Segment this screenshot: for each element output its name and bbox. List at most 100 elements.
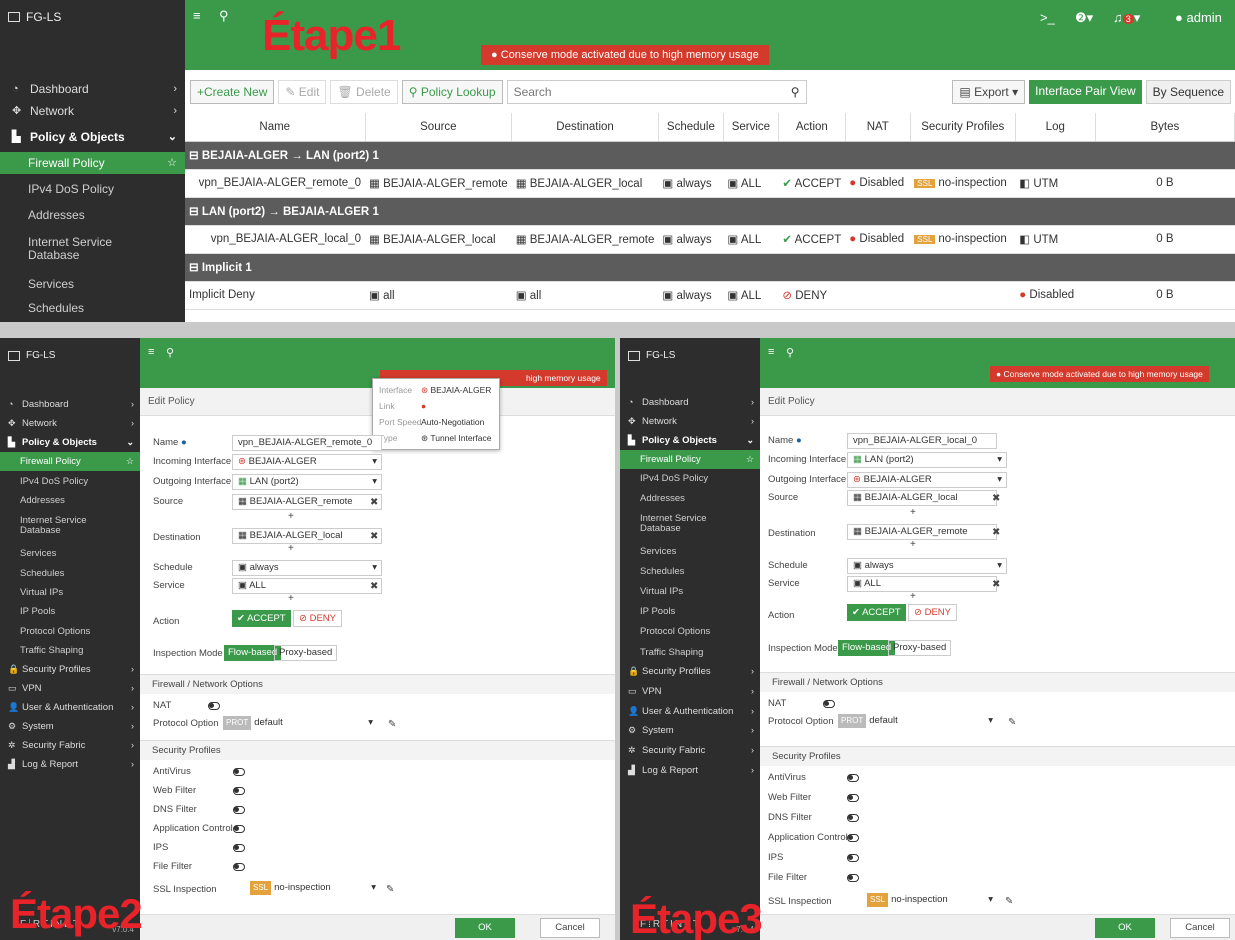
sidebar-item-addresses[interactable]: Addresses — [0, 204, 185, 226]
user-menu[interactable]: ● admin — [1175, 10, 1222, 25]
policy-lookup-button[interactable]: ⚲ Policy Lookup — [401, 80, 503, 104]
incoming-interface-select[interactable]: ⊛ BEJAIA-ALGER ▾ — [232, 454, 382, 470]
web-filter-toggle[interactable] — [233, 787, 245, 795]
deny-button[interactable]: ⊘ DENY — [293, 610, 343, 627]
device-name[interactable]: FG-LS — [8, 10, 61, 24]
by-sequence-toggle[interactable]: By Sequence — [1145, 80, 1231, 104]
dns-filter-toggle[interactable] — [233, 806, 245, 814]
create-new-button[interactable]: +Create New — [190, 80, 275, 104]
sidebar-item-policy-objects[interactable]: ▙ Policy & Objects ⌄ — [620, 431, 760, 450]
search-input[interactable]: Search ⚲ — [506, 80, 807, 104]
flow-based-toggle[interactable]: Flow-based — [224, 645, 282, 661]
edit-pencil-icon[interactable]: ✎ — [1005, 896, 1013, 907]
star-icon[interactable]: ☆ — [746, 450, 754, 469]
collapse-icon[interactable]: ⊟ — [189, 206, 199, 218]
search-icon[interactable]: ⚲ — [786, 346, 794, 359]
info-icon[interactable]: ● — [796, 435, 802, 446]
sidebar-item-security-fabric[interactable]: ✲ Security Fabric › — [0, 736, 140, 755]
remove-icon[interactable]: ✖ — [992, 493, 1000, 504]
sidebar-item-dashboard[interactable]: ◔ Dashboard › — [0, 78, 185, 100]
table-row[interactable]: Implicit Deny ▣ all ▣ all ▣ always ▣ ALL… — [185, 281, 1235, 310]
col-source[interactable]: Source — [365, 113, 513, 142]
group-header[interactable]: ⊟ BEJAIA-ALGER → LAN (port2) 1 — [185, 141, 1235, 170]
sidebar-item-dos-policy[interactable]: IPv4 DoS Policy — [620, 469, 760, 488]
export-button[interactable]: ▤ Export ▾ — [952, 80, 1026, 104]
remove-icon[interactable]: ✖ — [992, 579, 1000, 590]
sidebar-item-user-auth[interactable]: 👤 User & Authentication › — [620, 702, 760, 721]
ssl-inspection-select[interactable]: SSL no-inspection ▾ — [245, 881, 380, 897]
sidebar-item-security-fabric[interactable]: ✲ Security Fabric › — [620, 741, 760, 760]
table-row[interactable]: vpn_BEJAIA-ALGER_local_0 ▦ BEJAIA-ALGER_… — [185, 225, 1235, 254]
ips-toggle[interactable] — [847, 854, 859, 862]
file-filter-toggle[interactable] — [233, 863, 245, 871]
remove-icon[interactable]: ✖ — [370, 497, 378, 508]
incoming-interface-select[interactable]: ▦ LAN (port2) ▾ — [847, 452, 1007, 468]
menu-icon[interactable]: ≡ — [768, 346, 774, 358]
sidebar-item-addresses[interactable]: Addresses — [620, 489, 760, 508]
sidebar-item-traffic-shaping[interactable]: Traffic Shaping — [0, 641, 140, 660]
sidebar-item-security-profiles[interactable]: 🔒 Security Profiles › — [620, 662, 760, 681]
cancel-button[interactable]: Cancel — [1170, 918, 1230, 938]
edit-pencil-icon[interactable]: ✎ — [386, 884, 394, 895]
sidebar-item-network[interactable]: ✥ Network › — [620, 412, 760, 431]
sidebar-item-isdb[interactable]: Internet Service Database — [620, 510, 760, 538]
destination-field[interactable]: ▦ BEJAIA-ALGER_remote — [847, 524, 997, 540]
collapse-icon[interactable]: ⊟ — [189, 150, 199, 162]
cli-icon[interactable]: >_ — [1040, 10, 1055, 25]
source-field[interactable]: ▦ BEJAIA-ALGER_local — [847, 490, 997, 506]
add-icon[interactable]: + — [910, 507, 916, 518]
outgoing-interface-select[interactable]: ▦ LAN (port2) ▾ — [232, 474, 382, 490]
name-field[interactable]: vpn_BEJAIA-ALGER_local_0 — [847, 433, 997, 449]
sidebar-item-system[interactable]: ⚙ System › — [620, 721, 760, 740]
web-filter-toggle[interactable] — [847, 794, 859, 802]
nat-toggle[interactable] — [208, 702, 220, 710]
interface-pair-view-toggle[interactable]: Interface Pair View — [1029, 80, 1142, 104]
sidebar-item-dashboard[interactable]: ◔ Dashboard › — [620, 393, 760, 412]
sidebar-item-schedules[interactable]: Schedules — [0, 297, 185, 319]
col-bytes[interactable]: Bytes — [1095, 113, 1235, 142]
edit-pencil-icon[interactable]: ✎ — [1008, 717, 1016, 728]
edit-pencil-icon[interactable]: ✎ — [388, 719, 396, 730]
sidebar-item-firewall-policy[interactable]: Firewall Policy ☆ — [0, 452, 140, 471]
sidebar-item-protocol-options[interactable]: Protocol Options — [620, 622, 760, 641]
col-name[interactable]: Name — [185, 113, 366, 142]
sidebar-item-security-profiles[interactable]: 🔒 Security Profiles › — [0, 660, 140, 679]
sidebar-item-dos-policy[interactable]: IPv4 DoS Policy — [0, 472, 140, 491]
col-log[interactable]: Log — [1015, 113, 1096, 142]
sidebar-item-firewall-policy[interactable]: Firewall Policy ☆ — [620, 450, 760, 469]
col-schedule[interactable]: Schedule — [658, 113, 724, 142]
ok-button[interactable]: OK — [1095, 918, 1155, 938]
delete-button[interactable]: 🗑 Delete — [330, 80, 398, 104]
add-icon[interactable]: + — [910, 539, 916, 550]
source-field[interactable]: ▦ BEJAIA-ALGER_remote — [232, 494, 382, 510]
collapse-icon[interactable]: ⊟ — [189, 262, 199, 274]
service-field[interactable]: ▣ ALL — [847, 576, 997, 592]
sidebar-item-vpn[interactable]: ▭ VPN › — [620, 682, 760, 701]
nat-toggle[interactable] — [823, 700, 835, 708]
deny-button[interactable]: ⊘ DENY — [908, 604, 958, 621]
sidebar-item-addresses[interactable]: Addresses — [0, 491, 140, 510]
cancel-button[interactable]: Cancel — [540, 918, 600, 938]
ssl-inspection-select[interactable]: SSL no-inspection ▾ — [862, 893, 997, 909]
help-icon[interactable]: ❷▾ — [1075, 10, 1093, 26]
protocol-options-select[interactable]: PROT default ▾ — [218, 716, 383, 732]
remove-icon[interactable]: ✖ — [370, 531, 378, 542]
sidebar-item-dashboard[interactable]: ◔ Dashboard › — [0, 395, 140, 414]
table-row[interactable]: vpn_BEJAIA-ALGER_remote_0 ▦ BEJAIA-ALGER… — [185, 169, 1235, 198]
device-name[interactable]: FG-LS — [628, 350, 675, 361]
antivirus-toggle[interactable] — [847, 774, 859, 782]
protocol-options-select[interactable]: PROT default ▾ — [833, 714, 1003, 730]
sidebar-item-user-auth[interactable]: 👤 User & Authentication › — [0, 698, 140, 717]
sidebar-item-policy-objects[interactable]: ▙ Policy & Objects ⌄ — [0, 126, 185, 148]
outgoing-interface-select[interactable]: ⊛ BEJAIA-ALGER ▾ — [847, 472, 1007, 488]
sidebar-item-traffic-shaping[interactable]: Traffic Shaping — [620, 643, 760, 662]
sidebar-item-services[interactable]: Services — [0, 273, 185, 295]
menu-icon[interactable]: ≡ — [148, 346, 154, 358]
sidebar-item-vpn[interactable]: ▭ VPN › — [0, 679, 140, 698]
sidebar-item-services[interactable]: Services — [620, 542, 760, 561]
sidebar-item-isdb[interactable]: Internet Service Database — [0, 512, 140, 540]
col-security-profiles[interactable]: Security Profiles — [910, 113, 1016, 142]
dns-filter-toggle[interactable] — [847, 814, 859, 822]
sidebar-item-services[interactable]: Services — [0, 544, 140, 563]
sidebar-item-log-report[interactable]: ▟ Log & Report › — [0, 755, 140, 774]
